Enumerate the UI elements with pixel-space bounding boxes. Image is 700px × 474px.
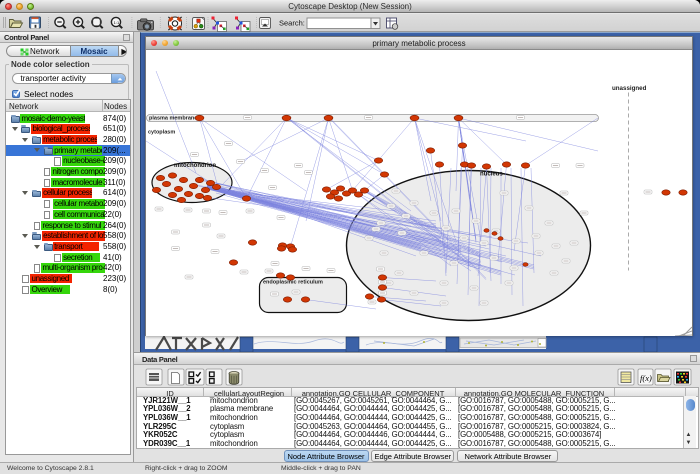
svg-text:f(x): f(x) — [640, 373, 652, 383]
svg-text:mitochondrion: mitochondrion — [174, 163, 216, 169]
svg-text:nucleus: nucleus — [480, 171, 503, 177]
svg-text:unassigned: unassigned — [612, 85, 647, 92]
svg-text:1:1: 1:1 — [114, 20, 120, 25]
svg-text:endoplasmic reticulum: endoplasmic reticulum — [263, 279, 323, 285]
svg-text:Search:: Search: — [279, 19, 305, 28]
svg-text:plasma membrane: plasma membrane — [149, 115, 197, 121]
svg-text:cytoplasm: cytoplasm — [148, 129, 175, 135]
